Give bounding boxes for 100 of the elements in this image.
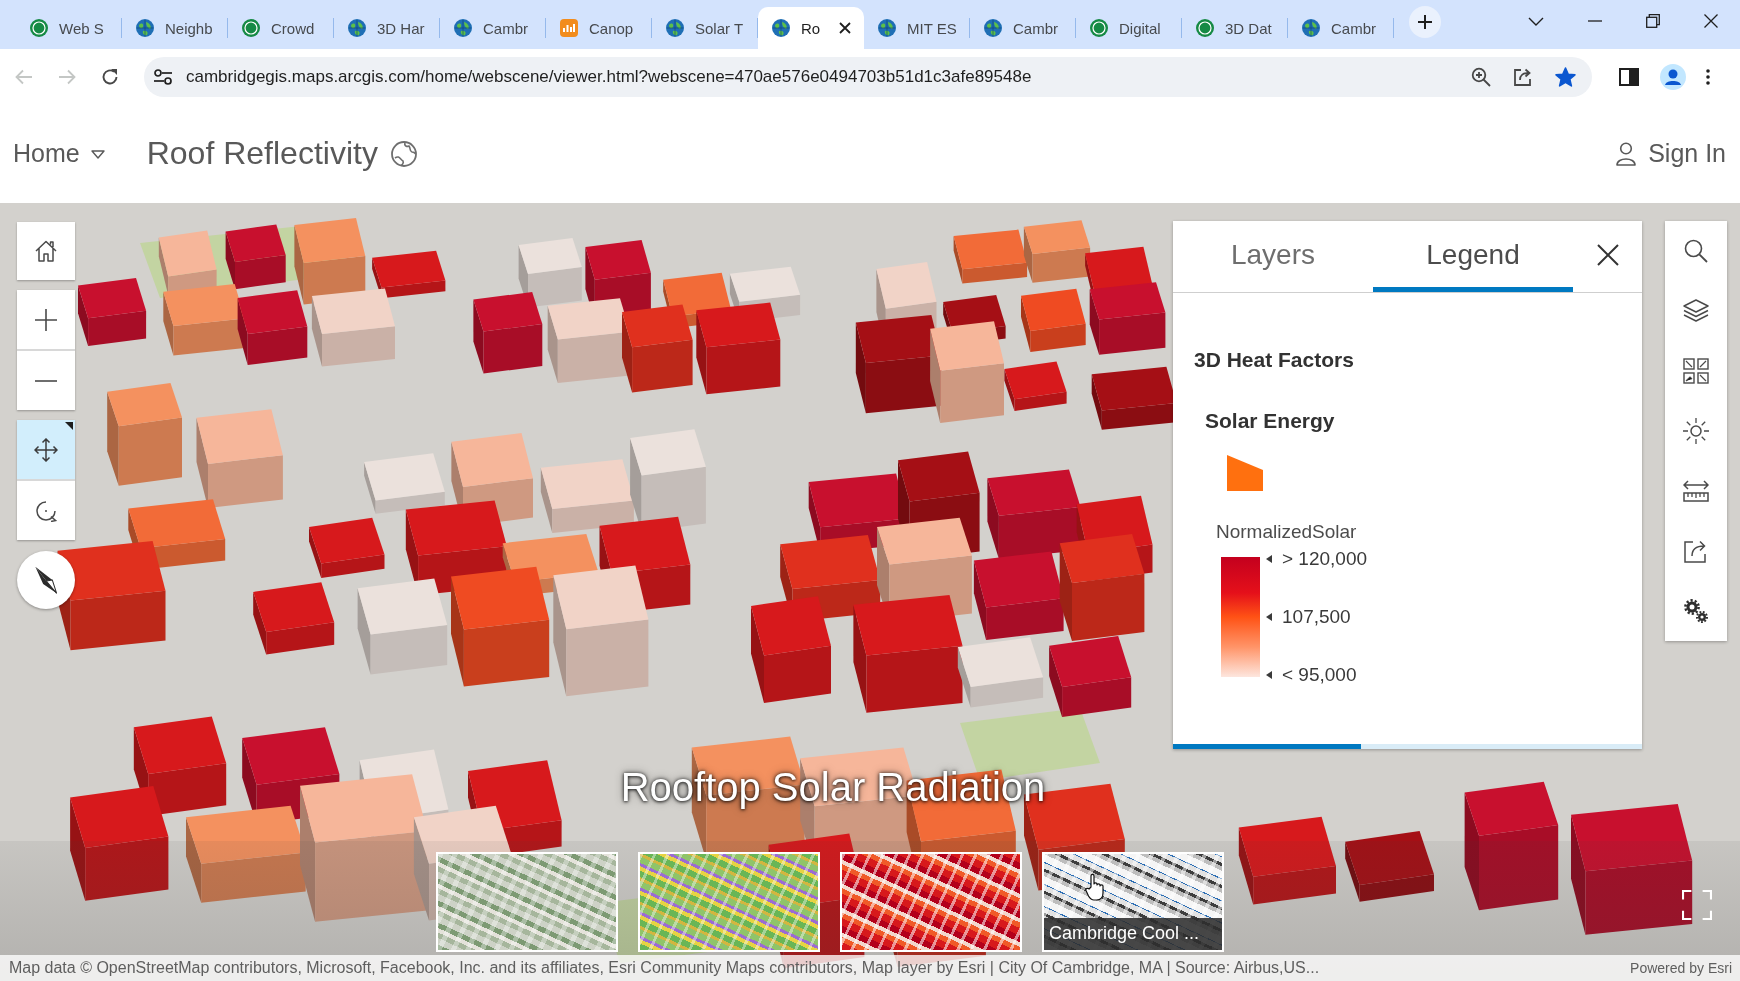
browser-tab[interactable]: Cambr [970,7,1076,49]
search-icon [1684,239,1708,263]
browser-tab[interactable]: Cambr [1288,7,1394,49]
close-icon [1596,243,1619,266]
globe-icon [390,140,417,167]
home-view-button[interactable] [17,222,75,280]
browser-tab[interactable]: 3D Har [334,7,440,49]
close-icon [839,22,851,34]
side-panel-icon [1619,67,1639,86]
ramp-label: > 120,000 [1282,548,1368,570]
share-icon [1513,66,1533,87]
browser-tab[interactable]: Neighb [122,7,228,49]
chevron-down-icon [1528,16,1544,26]
share-icon [1684,539,1708,563]
chart-tile-icon [560,19,578,37]
more-vertical-icon [1706,68,1710,85]
attribution-text: Map data © OpenStreetMap contributors, Microsoft, Facebook, Inc. and its affiliates, Esri Community Maps contributors, Map layer by Esri | City Of Cambridge, MA | Source: Airbus,US... [9,959,1320,977]
pointer-marker-icon [1266,613,1272,621]
building [78,277,147,346]
pan-button[interactable] [17,420,75,479]
close-icon [1704,14,1718,28]
panel-tab[interactable]: Layers [1173,221,1373,292]
new-tab-button[interactable] [1409,6,1441,38]
tab-title: Cambr [483,19,528,37]
site-settings-icon [153,68,173,85]
slide-thumbnail[interactable]: Cambridge Cool ... [1042,852,1224,952]
minus-icon [35,379,57,382]
tab-title: Crowd [271,19,315,37]
ring-logo-icon [1090,19,1108,37]
minimize-icon [1588,20,1602,22]
forward-arrow-icon [58,68,76,85]
sign-in-button[interactable]: Sign In [1616,139,1726,168]
tab-title: 3D Har [377,19,425,37]
building [1023,220,1091,283]
globe-icon [772,19,790,37]
back-arrow-icon [15,68,33,85]
corner-triangle-icon [65,422,73,430]
ring-logo-icon [30,19,48,37]
settings-icon [1683,598,1709,624]
browser-tab[interactable]: Cambr [440,7,546,49]
browser-tab[interactable]: Crowd [228,7,334,49]
plus-icon [35,308,57,331]
ring-logo-icon [242,19,260,37]
slide-thumbnail[interactable] [436,852,618,952]
measure-icon [1683,480,1709,502]
rotate-button[interactable] [17,481,75,540]
hand-cursor-icon [1085,873,1105,901]
browser-tab[interactable]: MIT ES [864,7,970,49]
globe-icon [984,19,1002,37]
legend-symbol-icon [1227,455,1263,491]
slide-thumbnail[interactable] [638,852,820,952]
restore-icon [1646,14,1660,28]
tab-title: Solar T [695,19,744,37]
avatar-icon [1660,63,1686,90]
app-title: Roof Reflectivity [146,135,378,172]
globe-icon [454,19,472,37]
legend-layer-title: 3D Heat Factors [1194,348,1355,372]
tab-title: Cambr [1331,19,1376,37]
browser-tab[interactable]: Canop [546,7,652,49]
url-text: cambridgegis.maps.arcgis.com/home/webscene/viewer.html?webscene=470ae576e0494703b51d1c3afe89548e [186,66,1033,87]
globe-icon [348,19,366,37]
address-bar[interactable]: cambridgegis.maps.arcgis.com/home/webscene/viewer.html?webscene=470ae576e0494703b51d1c3afe89548e [144,56,1592,97]
slide-thumbnail[interactable] [840,852,1022,952]
plus-icon [1418,15,1432,29]
building [1021,288,1086,352]
tab-title: MIT ES [907,19,957,37]
globe-icon [666,19,684,37]
fullscreen-icon [1682,890,1712,920]
ring-logo-icon [1196,19,1214,37]
sun-icon [1683,418,1709,444]
home-menu[interactable]: Home [13,139,105,168]
grid-gallery-icon [1683,358,1709,384]
move-arrows-icon [34,437,58,462]
profile-button[interactable] [1660,61,1686,92]
layers-icon [1683,299,1709,323]
browser-tab[interactable]: Digital [1076,7,1182,49]
panel-tab[interactable]: Legend [1373,221,1573,292]
browser-tab[interactable]: Ro [758,7,864,49]
fullscreen-button[interactable] [1679,887,1715,923]
caret-down-icon [90,150,105,159]
user-icon [1616,141,1637,166]
globe-icon [136,19,154,37]
zoom-in-button[interactable] [17,290,75,349]
tab-title: Canop [589,19,634,37]
building [225,224,286,290]
building [518,238,582,308]
tab-title: Neighb [165,19,213,37]
zoom-in-icon [1471,66,1491,87]
tab-title: Cambr [1013,19,1058,37]
globe-icon [878,19,896,37]
tab-title: Digital [1119,19,1161,37]
browser-tab[interactable]: Web S [16,7,122,49]
home-icon [35,240,57,262]
rotate-icon [35,499,57,522]
legend-group-title: Solar Energy [1205,409,1336,433]
browser-tab[interactable]: 3D Dat [1182,7,1288,49]
reload-icon [101,67,119,86]
browser-tab[interactable]: Solar T [652,7,758,49]
pointer-marker-icon [1266,671,1272,679]
pointer-marker-icon [1266,555,1272,563]
